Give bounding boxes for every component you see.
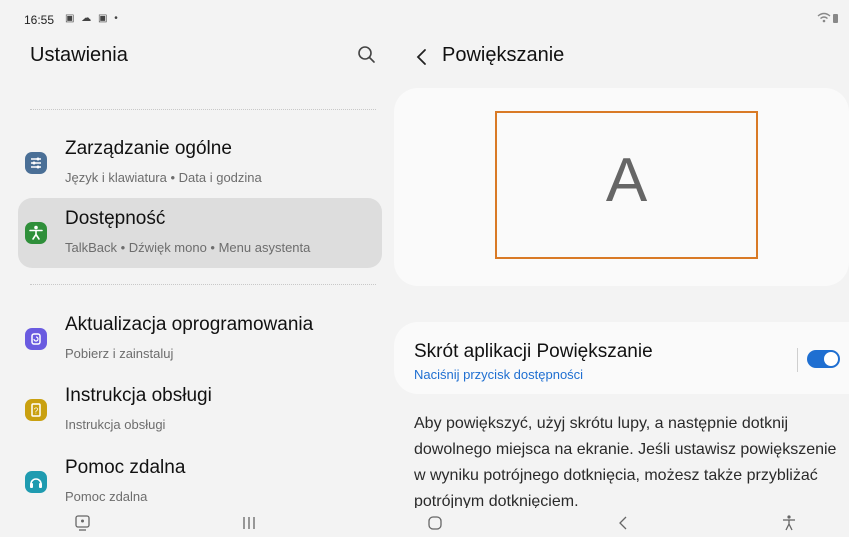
- update-icon: [25, 328, 47, 350]
- headset-icon: [25, 471, 47, 493]
- settings-title: Ustawienia: [30, 44, 128, 66]
- recents-icon[interactable]: [240, 514, 260, 532]
- toggle-knob: [824, 352, 838, 366]
- shortcut-title: Skrót aplikacji Powiększanie: [414, 341, 653, 362]
- sidebar-item-title: Aktualizacja oprogramowania: [65, 314, 314, 335]
- status-time: 16:55: [24, 13, 55, 27]
- sidebar-item-accessibility[interactable]: Dostępność TalkBack • Dźwięk mono • Menu…: [18, 198, 382, 268]
- screenshot-icon[interactable]: [74, 514, 94, 532]
- back-icon[interactable]: [614, 514, 634, 532]
- sidebar-item-subtitle: Instrukcja obsługi: [65, 417, 166, 432]
- back-button[interactable]: [412, 46, 432, 68]
- divider: [30, 284, 376, 285]
- sidebar-item-subtitle: Język i klawiatura • Data i godzina: [65, 170, 262, 185]
- preview-letter: A: [605, 146, 648, 215]
- description-text: Aby powiększyć, użyj skrótu lupy, a nast…: [414, 415, 837, 510]
- sidebar-item-subtitle: Pobierz i zainstaluj: [65, 346, 174, 361]
- navigation-bar: [0, 508, 849, 536]
- shortcut-subtitle: Naciśnij przycisk dostępności: [414, 367, 584, 382]
- divider: [30, 109, 376, 110]
- chevron-left-icon: [416, 49, 426, 65]
- sidebar-item-remote-support[interactable]: Pomoc zdalna Pomoc zdalna: [18, 447, 382, 517]
- search-icon[interactable]: [356, 44, 378, 66]
- page-title: Powiększanie: [442, 44, 565, 66]
- status-bar: 16:55 ▣ ☁ ▣ •: [0, 0, 849, 27]
- accessibility-icon: [25, 222, 47, 244]
- wifi-battery-icon: [817, 12, 839, 27]
- sidebar-item-title: Instrukcja obsługi: [65, 385, 212, 406]
- magnification-shortcut-row[interactable]: Skrót aplikacji Powiększanie Naciśnij pr…: [394, 322, 849, 394]
- magnification-preview: A: [394, 88, 849, 286]
- shortcut-toggle[interactable]: [807, 350, 840, 368]
- notification-icons: ▣ ☁ ▣ •: [65, 13, 120, 24]
- sidebar-item-title: Zarządzanie ogólne: [65, 138, 232, 159]
- sidebar-item-subtitle: Pomoc zdalna: [65, 489, 148, 504]
- sidebar-item-title: Pomoc zdalna: [65, 457, 186, 478]
- divider: [797, 348, 798, 372]
- sidebar-item-user-manual[interactable]: ? Instrukcja obsługi Instrukcja obsługi: [18, 375, 382, 445]
- sliders-icon: [25, 152, 47, 174]
- accessibility-icon[interactable]: [780, 514, 800, 532]
- manual-icon: ?: [25, 399, 47, 421]
- sidebar-item-general-management[interactable]: Zarządzanie ogólne Język i klawiatura • …: [18, 128, 382, 198]
- home-icon[interactable]: [426, 514, 446, 532]
- magnifier-frame: A: [495, 111, 758, 259]
- sidebar-item-title: Dostępność: [65, 208, 166, 229]
- svg-text:?: ?: [34, 407, 39, 416]
- sidebar-item-subtitle: TalkBack • Dźwięk mono • Menu asystenta: [65, 240, 311, 255]
- sidebar-item-software-update[interactable]: Aktualizacja oprogramowania Pobierz i za…: [18, 304, 382, 374]
